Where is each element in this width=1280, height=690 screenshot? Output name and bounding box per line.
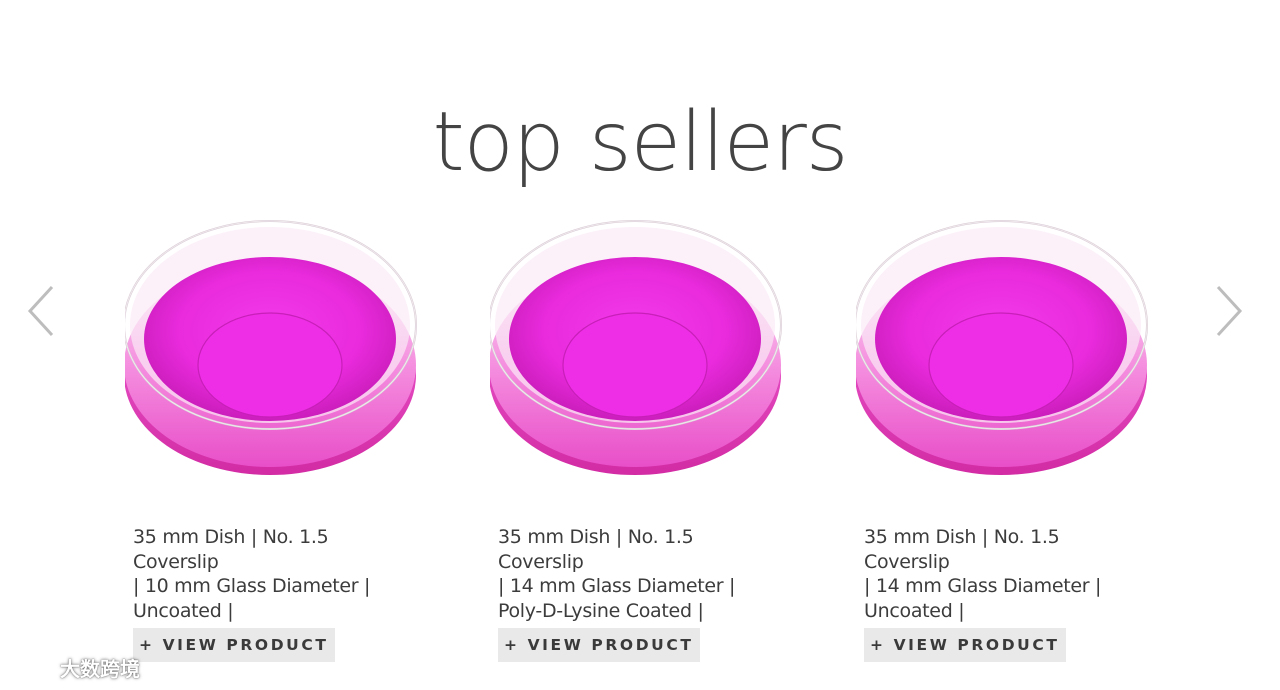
product-image[interactable] xyxy=(123,205,435,495)
view-product-button[interactable]: + VIEW PRODUCT xyxy=(498,628,700,662)
chevron-left-icon xyxy=(27,285,54,337)
carousel-next-button[interactable] xyxy=(1212,283,1248,339)
carousel-prev-button[interactable] xyxy=(22,283,58,339)
product-image[interactable] xyxy=(854,205,1166,495)
product-card: 35 mm Dish | No. 1.5 Coverslip | 14 mm G… xyxy=(854,205,1166,675)
product-image[interactable] xyxy=(488,205,800,495)
product-name[interactable]: 35 mm Dish | No. 1.5 Coverslip | 10 mm G… xyxy=(133,525,418,623)
watermark-logo-icon xyxy=(9,652,51,679)
watermark-text: 大数跨境 xyxy=(60,656,140,681)
view-product-button[interactable]: + VIEW PRODUCT xyxy=(133,628,335,662)
watermark: 大数跨境 xyxy=(8,650,140,684)
product-name[interactable]: 35 mm Dish | No. 1.5 Coverslip | 14 mm G… xyxy=(498,525,783,623)
product-card: 35 mm Dish | No. 1.5 Coverslip | 10 mm G… xyxy=(123,205,435,675)
product-name[interactable]: 35 mm Dish | No. 1.5 Coverslip | 14 mm G… xyxy=(864,525,1149,623)
page-title: top sellers xyxy=(432,94,848,190)
view-product-button[interactable]: + VIEW PRODUCT xyxy=(864,628,1066,662)
product-card: 35 mm Dish | No. 1.5 Coverslip | 14 mm G… xyxy=(488,205,800,675)
chevron-right-icon xyxy=(1216,285,1243,337)
